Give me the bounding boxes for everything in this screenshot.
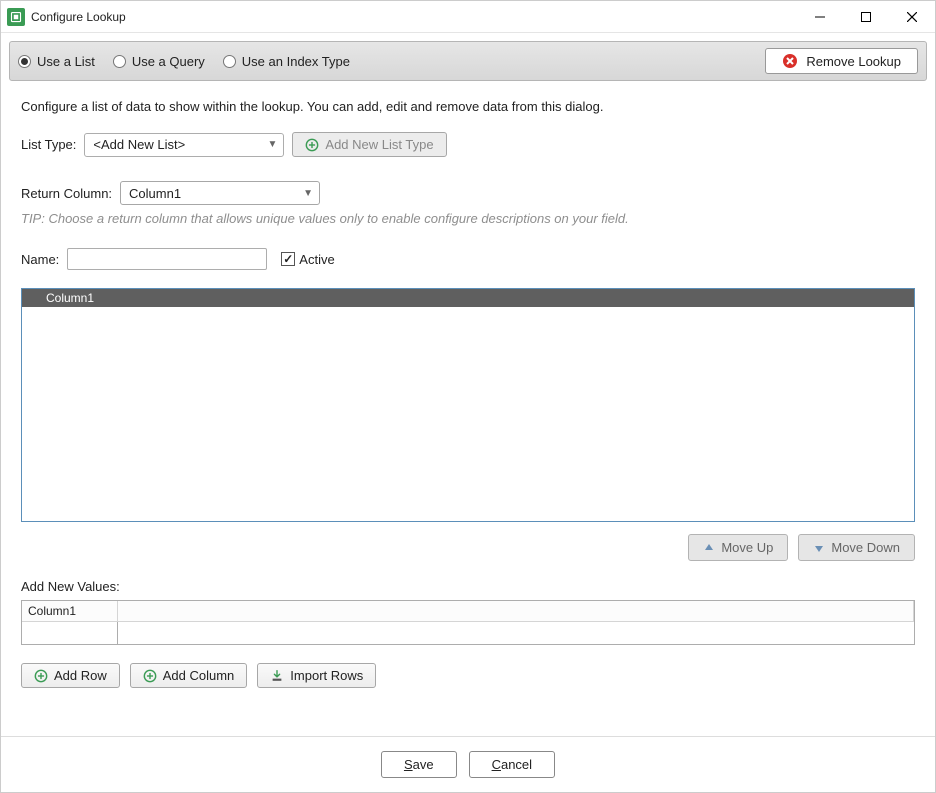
add-new-values-label: Add New Values:: [21, 579, 915, 594]
table-column-header: Column1: [44, 291, 94, 305]
dialog-body: Configure a list of data to show within …: [1, 89, 935, 736]
chevron-down-icon: ▼: [268, 139, 278, 150]
arrow-up-icon: [703, 542, 715, 554]
active-label: Active: [299, 252, 334, 267]
radio-use-list[interactable]: Use a List: [18, 54, 95, 69]
save-button[interactable]: Save: [381, 751, 457, 778]
maximize-button[interactable]: [843, 1, 889, 33]
cancel-button[interactable]: Cancel: [469, 751, 555, 778]
add-new-value-cell[interactable]: [22, 622, 118, 644]
app-icon: [7, 8, 25, 26]
add-new-value-cell[interactable]: [118, 622, 914, 644]
radio-label: Use a Query: [132, 54, 205, 69]
radio-icon: [113, 55, 126, 68]
add-column-button[interactable]: Add Column: [130, 663, 248, 688]
add-row-button[interactable]: Add Row: [21, 663, 120, 688]
arrow-down-icon: [813, 542, 825, 554]
titlebar: Configure Lookup: [1, 1, 935, 33]
add-new-list-type-button[interactable]: Add New List Type: [292, 132, 446, 157]
return-column-combo[interactable]: Column1 ▼: [120, 181, 320, 205]
remove-icon: [782, 53, 798, 69]
list-type-value: <Add New List>: [93, 137, 261, 152]
add-list-type-label: Add New List Type: [325, 137, 433, 152]
import-rows-button[interactable]: Import Rows: [257, 663, 376, 688]
plus-circle-icon: [305, 138, 319, 152]
add-new-column-header: Column1: [22, 601, 118, 622]
save-label: Save: [404, 757, 434, 772]
add-new-values-table[interactable]: Column1: [21, 600, 915, 645]
move-down-label: Move Down: [831, 540, 900, 555]
move-up-label: Move Up: [721, 540, 773, 555]
return-column-tip: TIP: Choose a return column that allows …: [21, 211, 915, 226]
chevron-down-icon: ▼: [303, 188, 313, 199]
configure-lookup-window: Configure Lookup Use a List Use a Query …: [0, 0, 936, 793]
list-type-label: List Type:: [21, 137, 76, 152]
plus-circle-icon: [34, 669, 48, 683]
move-down-button[interactable]: Move Down: [798, 534, 915, 561]
move-up-button[interactable]: Move Up: [688, 534, 788, 561]
radio-icon: [223, 55, 236, 68]
lookup-mode-bar: Use a List Use a Query Use an Index Type…: [9, 41, 927, 81]
import-rows-label: Import Rows: [290, 668, 363, 683]
plus-circle-icon: [143, 669, 157, 683]
cancel-label: Cancel: [492, 757, 532, 772]
remove-lookup-label: Remove Lookup: [806, 54, 901, 69]
lookup-mode-radio-group: Use a List Use a Query Use an Index Type: [18, 54, 350, 69]
close-button[interactable]: [889, 1, 935, 33]
name-input[interactable]: [67, 248, 267, 270]
import-icon: [270, 669, 284, 683]
table-header: Column1: [22, 289, 914, 307]
list-type-combo[interactable]: <Add New List> ▼: [84, 133, 284, 157]
radio-use-query[interactable]: Use a Query: [113, 54, 205, 69]
radio-use-index-type[interactable]: Use an Index Type: [223, 54, 350, 69]
radio-label: Use a List: [37, 54, 95, 69]
description-text: Configure a list of data to show within …: [21, 99, 915, 114]
add-row-label: Add Row: [54, 668, 107, 683]
name-label: Name:: [21, 252, 59, 267]
table-body: [22, 307, 914, 521]
radio-icon: [18, 55, 31, 68]
dialog-footer: Save Cancel: [1, 736, 935, 792]
return-column-label: Return Column:: [21, 186, 112, 201]
add-column-label: Add Column: [163, 668, 235, 683]
window-title: Configure Lookup: [31, 10, 126, 24]
radio-label: Use an Index Type: [242, 54, 350, 69]
minimize-button[interactable]: [797, 1, 843, 33]
lookup-data-table[interactable]: Column1: [21, 288, 915, 522]
return-column-value: Column1: [129, 186, 297, 201]
active-checkbox[interactable]: [281, 252, 295, 266]
remove-lookup-button[interactable]: Remove Lookup: [765, 48, 918, 74]
